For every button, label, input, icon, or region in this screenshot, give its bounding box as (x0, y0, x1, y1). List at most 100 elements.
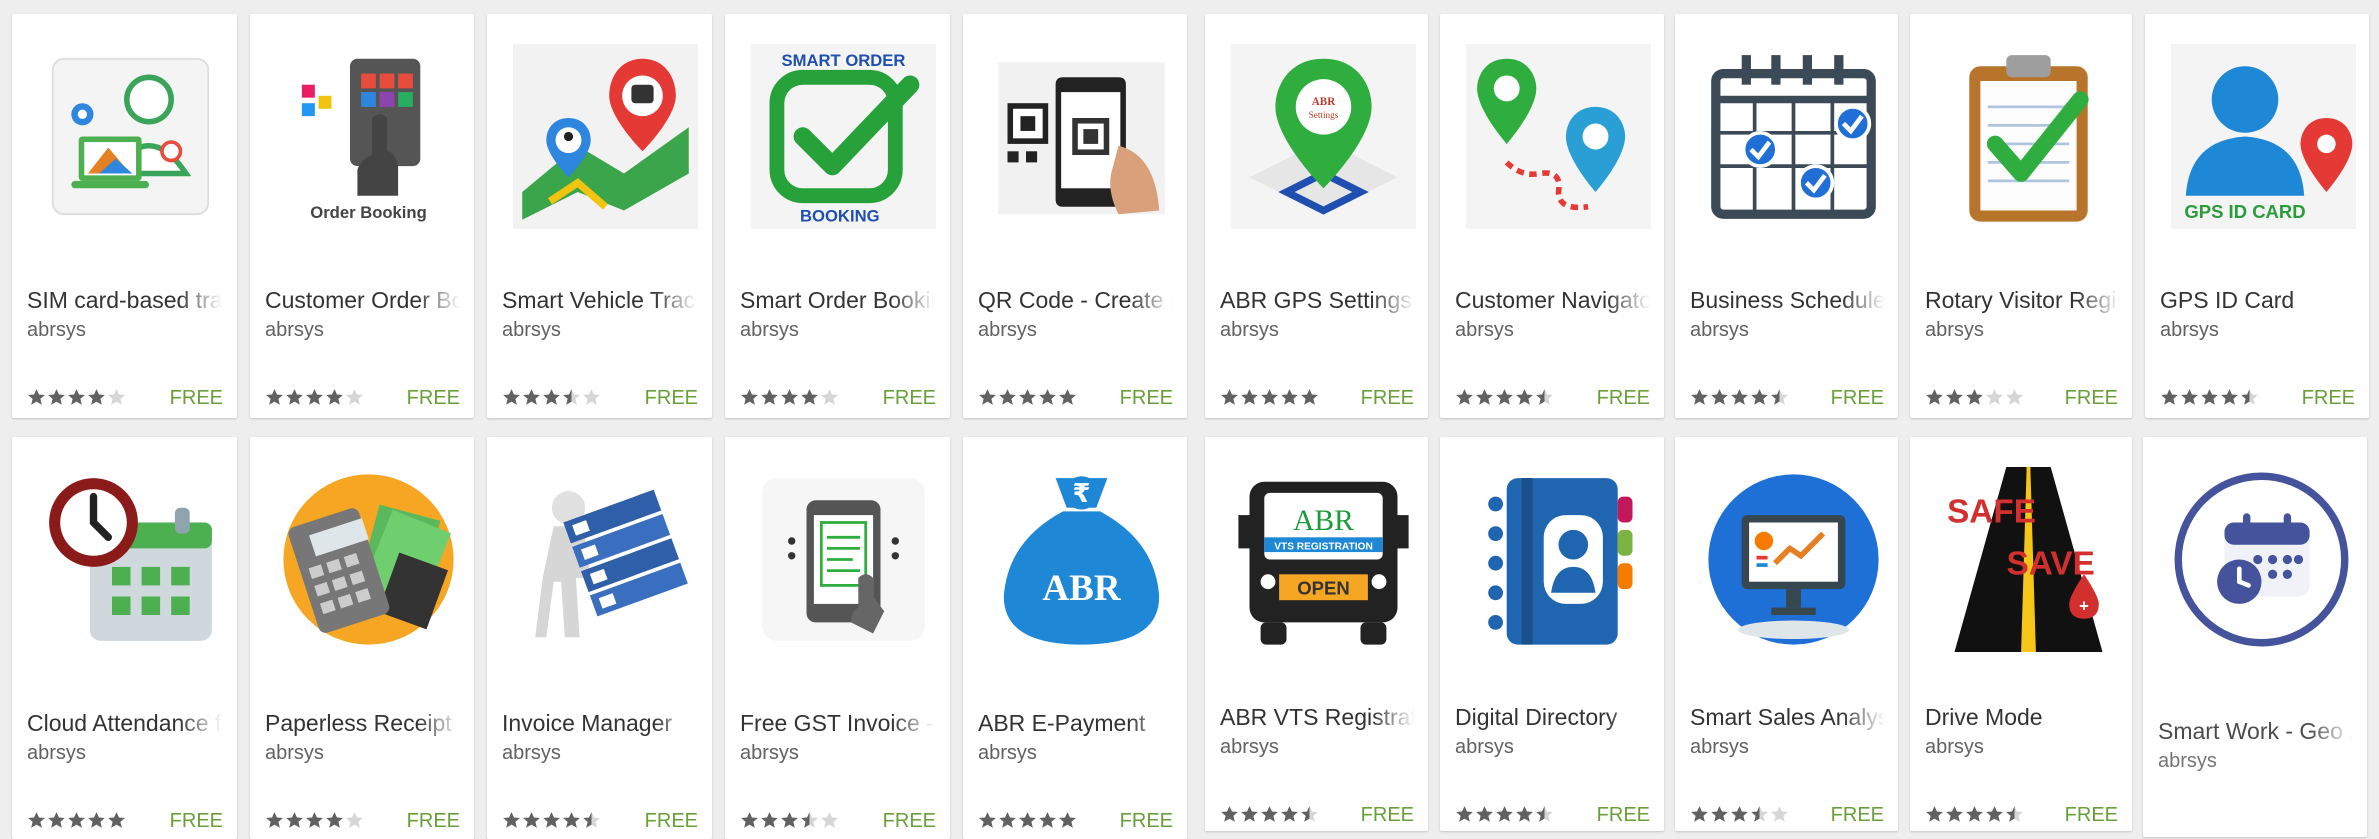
vts-truck-icon[interactable]: ABR VTS REGISTRATION OPEN (1231, 467, 1416, 652)
star-rating (502, 811, 601, 831)
rupee-money-bag-icon[interactable]: ₹ ABR (989, 467, 1174, 652)
app-developer[interactable]: abrsys (1455, 735, 1514, 759)
app-title[interactable]: QR Code - Create & Scan (978, 286, 1173, 314)
app-developer[interactable]: abrsys (2160, 318, 2219, 342)
rating-star-empty (2006, 389, 2023, 405)
price-label: FREE (644, 810, 698, 832)
qr-code-phone-icon[interactable] (989, 44, 1174, 229)
app-card[interactable]: ABR VTS REGISTRATION OPEN ABR VTS Regist… (1205, 437, 1428, 831)
app-title[interactable]: Smart Work - Geo Z (2158, 717, 2353, 745)
rating-star-full (999, 812, 1016, 828)
price-label: FREE (1596, 387, 1650, 409)
gst-invoice-phone-icon[interactable] (751, 467, 936, 652)
app-developer[interactable]: abrsys (740, 318, 799, 342)
app-card[interactable]: Cloud Attendance for abrsys FREE (12, 437, 237, 839)
vehicle-tracking-icon[interactable] (513, 44, 698, 229)
rating-star-full (1496, 389, 1513, 405)
app-card[interactable]: ₹ ABR ABR E-Payment abrsys FREE (963, 437, 1187, 839)
clipboard-check-icon[interactable] (1936, 44, 2121, 229)
app-card[interactable]: GPS ID CARD GPS ID Card abrsys FREE (2145, 14, 2369, 418)
app-title[interactable]: Rotary Visitor Register (1925, 286, 2120, 314)
rating-star-full (1456, 389, 1473, 405)
rating-star-half (1536, 389, 1553, 405)
app-card[interactable]: Business Scheduler abrsys FREE (1675, 14, 1898, 418)
app-title[interactable]: Customer Navigator (1455, 286, 1650, 314)
app-developer[interactable]: abrsys (502, 741, 561, 765)
order-booking-icon[interactable]: Order Booking (276, 44, 461, 229)
app-card[interactable]: ABR Settings ABR GPS Settings abrsys FREE (1205, 14, 1428, 418)
app-title[interactable]: Paperless Receipt (265, 709, 460, 737)
app-developer[interactable]: abrsys (502, 318, 561, 342)
rating-star-full (1019, 812, 1036, 828)
rating-star-half (801, 812, 818, 828)
app-card[interactable]: Free GST Invoice - D abrsys FREE (725, 437, 950, 839)
star-rating (978, 811, 1077, 831)
geo-work-calendar-icon[interactable] (2169, 467, 2354, 652)
app-developer[interactable]: abrsys (1925, 318, 1984, 342)
app-card[interactable]: SMART ORDER BOOKING Smart Order Booking ab… (725, 14, 950, 418)
app-developer[interactable]: abrsys (978, 741, 1037, 765)
rating-star-full (801, 389, 818, 405)
gps-settings-pin-icon[interactable]: ABR Settings (1231, 44, 1416, 229)
invoice-files-icon[interactable] (513, 467, 698, 652)
app-card[interactable]: Invoice Manager abrsys FREE (487, 437, 712, 839)
app-developer[interactable]: abrsys (1220, 318, 1279, 342)
app-card[interactable]: Smart Vehicle Tracking abrsys FREE (487, 14, 712, 418)
star-rating (1690, 805, 1789, 825)
app-card[interactable]: Smart Sales Analysis abrsys FREE (1675, 437, 1898, 831)
app-title[interactable]: Smart Vehicle Tracking (502, 286, 697, 314)
app-card[interactable]: SAFE SAVE + Drive Mode abrsys FREE (1910, 437, 2132, 831)
app-title[interactable]: Free GST Invoice - D (740, 709, 935, 737)
app-developer[interactable]: abrsys (1925, 735, 1984, 759)
rating-star-full (1059, 389, 1076, 405)
app-card[interactable]: Digital Directory abrsys FREE (1440, 437, 1664, 831)
attendance-clock-icon[interactable] (38, 467, 223, 652)
app-developer[interactable]: abrsys (1690, 318, 1749, 342)
app-title[interactable]: SIM card-based tracking (27, 286, 222, 314)
app-developer[interactable]: abrsys (27, 318, 86, 342)
app-card[interactable]: Smart Work - Geo Z abrsys (2143, 437, 2367, 837)
smart-order-booking-icon[interactable]: SMART ORDER BOOKING (751, 44, 936, 229)
app-title[interactable]: Invoice Manager (502, 709, 697, 737)
app-title[interactable]: ABR VTS Registration (1220, 703, 1415, 731)
sales-monitor-icon[interactable] (1701, 467, 1886, 652)
app-title[interactable]: Smart Sales Analysis (1690, 703, 1885, 731)
gps-id-card-icon[interactable]: GPS ID CARD (2171, 44, 2356, 229)
app-card[interactable]: Order Booking Customer Order Booking abrsy… (250, 14, 474, 418)
app-developer[interactable]: abrsys (1220, 735, 1279, 759)
app-developer[interactable]: abrsys (265, 741, 324, 765)
app-title[interactable]: Drive Mode (1925, 703, 2120, 731)
rating-star-half (2006, 806, 2023, 822)
app-title[interactable]: Customer Order Booking (265, 286, 460, 314)
app-card[interactable]: Customer Navigator abrsys FREE (1440, 14, 1664, 418)
app-card[interactable]: Paperless Receipt abrsys FREE (250, 437, 474, 839)
app-title[interactable]: ABR GPS Settings (1220, 286, 1415, 314)
app-developer[interactable]: abrsys (1455, 318, 1514, 342)
app-developer[interactable]: abrsys (2158, 749, 2217, 773)
app-card[interactable]: QR Code - Create & Scan abrsys FREE (963, 14, 1187, 418)
navigator-pins-icon[interactable] (1466, 44, 1651, 229)
app-developer[interactable]: abrsys (740, 741, 799, 765)
app-developer[interactable]: abrsys (1690, 735, 1749, 759)
app-title[interactable]: GPS ID Card (2160, 286, 2355, 314)
app-title[interactable]: Cloud Attendance for (27, 709, 222, 737)
scheduler-calendar-icon[interactable] (1701, 44, 1886, 229)
app-card[interactable]: SIM card-based tracking abrsys FREE (12, 14, 237, 418)
sim-tracker-icon[interactable] (38, 44, 223, 229)
app-developer[interactable]: abrsys (978, 318, 1037, 342)
app-title[interactable]: Smart Order Booking (740, 286, 935, 314)
app-title[interactable]: ABR E-Payment (978, 709, 1173, 737)
app-developer[interactable]: abrsys (265, 318, 324, 342)
contact-book-icon[interactable] (1466, 467, 1651, 652)
safe-road-icon[interactable]: SAFE SAVE + (1936, 467, 2121, 652)
rating-star-full (68, 812, 85, 828)
rating-star-full (563, 812, 580, 828)
rating-star-full (741, 812, 758, 828)
rating-star-full (1221, 806, 1238, 822)
app-card[interactable]: Rotary Visitor Register abrsys FREE (1910, 14, 2132, 418)
app-developer[interactable]: abrsys (27, 741, 86, 765)
app-title[interactable]: Business Scheduler (1690, 286, 1885, 314)
receipt-calculator-icon[interactable] (276, 467, 461, 652)
app-title[interactable]: Digital Directory (1455, 703, 1650, 731)
rating-star-full (266, 812, 283, 828)
